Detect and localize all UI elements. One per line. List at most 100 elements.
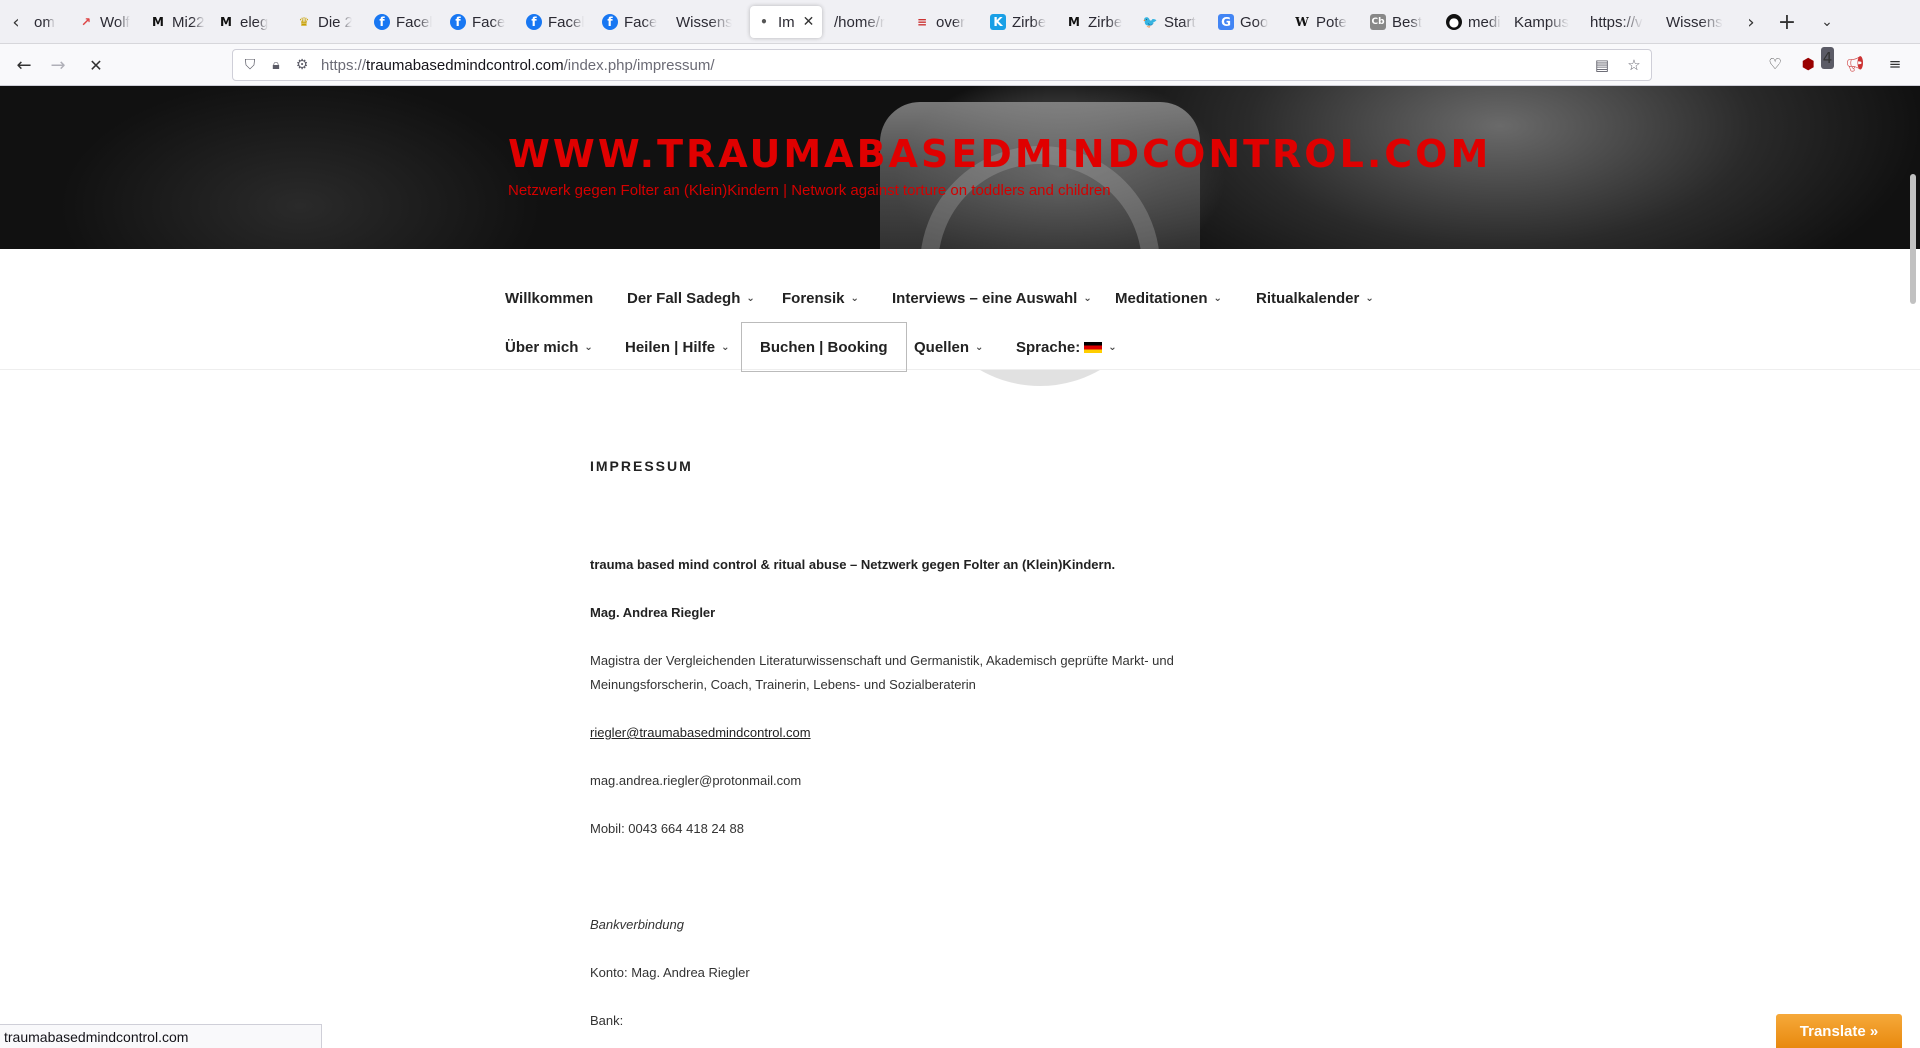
- menu-item-willkommen[interactable]: Willkommen: [505, 273, 593, 323]
- tab[interactable]: f Facel: [520, 6, 590, 38]
- menu-item-forensik[interactable]: Forensik ⌄: [782, 273, 859, 323]
- tab[interactable]: ● medi: [1440, 6, 1516, 38]
- chevron-down-icon: ⌄: [1083, 292, 1092, 304]
- account-text: Konto: Mag. Andrea Riegler: [590, 965, 750, 980]
- tab[interactable]: om: [28, 6, 72, 38]
- m-logo-icon: M: [152, 15, 164, 29]
- bookmark-star-icon[interactable]: ☆: [1623, 54, 1645, 76]
- menu-item-interviews[interactable]: Interviews – eine Auswahl ⌄: [892, 273, 1092, 323]
- url-bar[interactable]: ⛉ 🔒︎ ⚙ https://traumabasedmindcontrol.co…: [232, 49, 1652, 81]
- crown-icon: ♛: [298, 15, 310, 29]
- facebook-icon: f: [450, 14, 466, 30]
- chevron-down-icon: ⌄: [584, 341, 593, 353]
- tab[interactable]: 🐦 Start: [1136, 6, 1212, 38]
- page-viewport: WWW.TRAUMABASEDMINDCONTROL.COM Netzwerk …: [0, 86, 1920, 1048]
- menu-item-heilen-hilfe[interactable]: Heilen | Hilfe ⌄: [625, 322, 729, 372]
- tab[interactable]: G Goo: [1212, 6, 1288, 38]
- tab[interactable]: Kampus: [1508, 6, 1584, 38]
- tab[interactable]: W Pote: [1288, 6, 1364, 38]
- chevron-down-icon: ⌄: [975, 341, 984, 353]
- navigation-toolbar: ← → ✕ ⛉ 🔒︎ ⚙ https://traumabasedmindcont…: [0, 44, 1920, 86]
- site-title[interactable]: WWW.TRAUMABASEDMINDCONTROL.COM: [508, 132, 1491, 176]
- tab-scroll-right-icon[interactable]: ›: [1737, 8, 1765, 36]
- google-translate-icon: G: [1218, 14, 1234, 30]
- chevron-down-icon: ⌄: [1108, 341, 1117, 353]
- chevron-down-icon: ⌄: [746, 292, 755, 304]
- chevron-down-icon: ⌄: [1213, 292, 1222, 304]
- hamburger-menu-icon[interactable]: ≡: [1884, 53, 1906, 75]
- email-text: mag.andrea.riegler@protonmail.com: [590, 773, 802, 788]
- reader-view-icon[interactable]: ▤: [1591, 54, 1613, 76]
- pocket-icon[interactable]: ♡: [1764, 53, 1786, 75]
- github-icon: ●: [1446, 14, 1462, 30]
- tab[interactable]: M Mi22: [144, 6, 212, 38]
- menu-item-quellen[interactable]: Quellen ⌄: [914, 322, 983, 372]
- shield-icon[interactable]: ⛉: [237, 57, 263, 73]
- cb-logo-icon: Cb: [1370, 14, 1386, 30]
- tab[interactable]: Cb Best: [1364, 6, 1440, 38]
- facebook-icon: f: [374, 14, 390, 30]
- tab[interactable]: ♛ Die 2: [290, 6, 358, 38]
- tab[interactable]: Wissens: [1660, 6, 1736, 38]
- tab[interactable]: f Face: [596, 6, 666, 38]
- tab-scroll-left-icon[interactable]: ‹: [2, 8, 30, 36]
- tab-strip: ‹ om ↗ Wolf M Mi22 Meleg ♛ Die 2 f Facel f Fa…: [0, 0, 1920, 44]
- m-logo-icon: M: [1068, 15, 1080, 29]
- tab[interactable]: Meleg: [212, 6, 280, 38]
- menu-item-der-fall-sadegh[interactable]: Der Fall Sadegh ⌄: [627, 273, 755, 323]
- tab[interactable]: /home/r: [828, 6, 908, 38]
- intro-text: trauma based mind control & ritual abuse…: [590, 557, 1116, 572]
- permissions-icon[interactable]: ⚙: [289, 57, 315, 73]
- stop-loading-icon[interactable]: ✕: [82, 51, 110, 79]
- email-link[interactable]: riegler@traumabasedmindcontrol.com: [590, 721, 811, 745]
- menu-item-sprache[interactable]: Sprache: ⌄: [1016, 322, 1117, 372]
- arrow-icon: ↗: [80, 15, 92, 29]
- megaphone-icon[interactable]: 📢︎: [1844, 53, 1866, 75]
- dot-icon: •: [760, 15, 768, 29]
- bio-line: Meinungsforscherin, Coach, Trainerin, Le…: [590, 677, 976, 692]
- new-tab-icon[interactable]: +: [1773, 8, 1801, 36]
- facebook-icon: f: [602, 14, 618, 30]
- main-menu: Willkommen Der Fall Sadegh ⌄ Forensik ⌄ In…: [0, 249, 1920, 372]
- chevron-down-icon: ⌄: [721, 341, 730, 353]
- stack-icon: ≡: [916, 15, 928, 29]
- tab[interactable]: Wissens: [670, 6, 738, 38]
- translate-button[interactable]: Translate »: [1776, 1014, 1902, 1048]
- twitter-icon: 🐦: [1142, 15, 1158, 29]
- tab[interactable]: ↗ Wolf: [72, 6, 144, 38]
- status-bar: traumabasedmindcontrol.com: [0, 1024, 322, 1048]
- forward-arrow-icon[interactable]: →: [44, 51, 72, 79]
- m-logo-icon: M: [220, 15, 232, 29]
- close-icon[interactable]: ✕: [803, 14, 815, 30]
- bank-heading: Bankverbindung: [590, 917, 684, 932]
- phone-text: Mobil: 0043 664 418 24 88: [590, 821, 744, 836]
- back-arrow-icon[interactable]: ←: [10, 51, 38, 79]
- site-description: Netzwerk gegen Folter an (Klein)Kindern …: [508, 182, 1111, 199]
- bank-text: Bank:: [590, 1013, 624, 1028]
- lock-icon[interactable]: 🔒︎: [263, 57, 289, 73]
- tab-list: om ↗ Wolf M Mi22 Meleg ♛ Die 2 f Facel f Face…: [28, 0, 1736, 44]
- chevron-down-icon: ⌄: [1365, 292, 1374, 304]
- url-text[interactable]: https://traumabasedmindcontrol.com/index…: [321, 57, 715, 74]
- k-logo-icon: K: [990, 14, 1006, 30]
- tab[interactable]: M Zirbe: [1060, 6, 1136, 38]
- tab[interactable]: f Face: [444, 6, 514, 38]
- tab[interactable]: ≡ over: [908, 6, 984, 38]
- menu-item-buchen-booking[interactable]: Buchen | Booking: [741, 322, 907, 372]
- bio-line: Magistra der Vergleichenden Literaturwis…: [590, 653, 1174, 668]
- wikipedia-icon: W: [1295, 15, 1309, 29]
- page-scrollbar[interactable]: [1910, 174, 1916, 304]
- owner-name: Mag. Andrea Riegler: [590, 605, 716, 620]
- german-flag-icon: [1084, 341, 1103, 353]
- facebook-icon: f: [526, 14, 542, 30]
- tab[interactable]: K Zirbe: [984, 6, 1060, 38]
- tab[interactable]: https://v: [1584, 6, 1660, 38]
- menu-item-ritualkalender[interactable]: Ritualkalender ⌄: [1256, 273, 1374, 323]
- menu-item-meditationen[interactable]: Meditationen ⌄: [1115, 273, 1222, 323]
- ublock-icon[interactable]: ⬢ 4: [1802, 47, 1835, 75]
- site-header: WWW.TRAUMABASEDMINDCONTROL.COM Netzwerk …: [0, 86, 1920, 386]
- tab[interactable]: f Facel: [368, 6, 438, 38]
- chevron-down-icon[interactable]: ⌄: [1813, 8, 1841, 36]
- menu-item-ueber-mich[interactable]: Über mich ⌄: [505, 322, 593, 372]
- tab-active[interactable]: • Im ✕: [750, 6, 822, 38]
